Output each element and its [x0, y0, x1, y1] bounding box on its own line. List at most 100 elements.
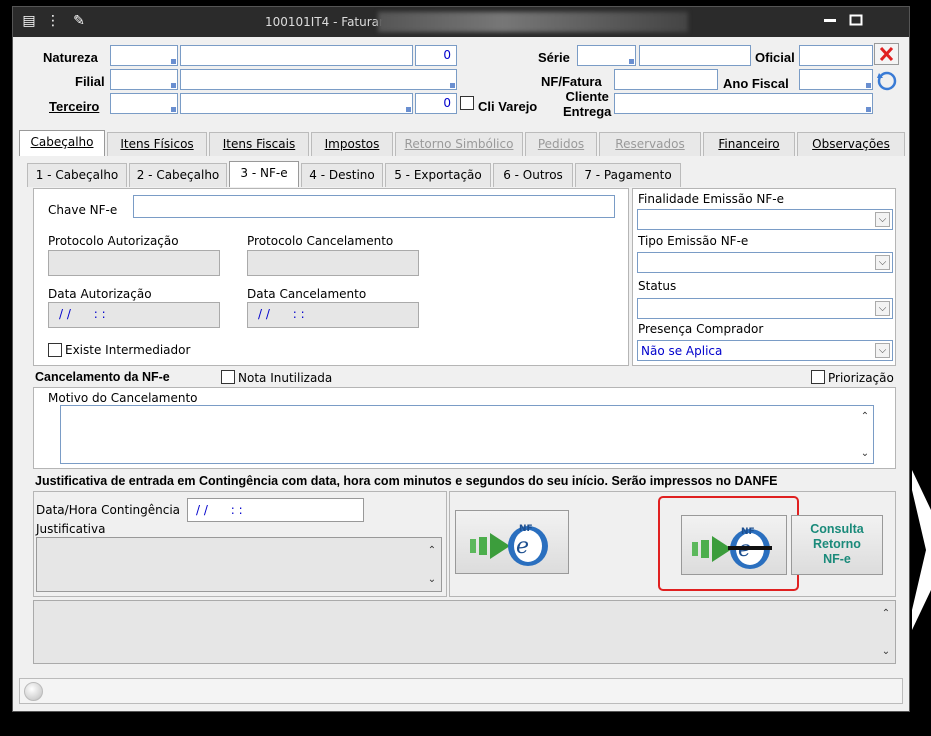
menu-icon[interactable]: ▤ — [21, 13, 37, 29]
cancelamento-title: Cancelamento da NF-e — [35, 370, 170, 384]
traffic-light-icon[interactable]: ⋮ — [45, 13, 61, 29]
tab-financeiro[interactable]: Financeiro — [703, 132, 795, 156]
tab-retorno-simbolico[interactable]: Retorno Simbólico — [395, 132, 523, 156]
svg-text:e: e — [516, 534, 529, 559]
terceiro-label: Terceiro — [49, 99, 100, 114]
terceiro-code-input[interactable] — [110, 93, 178, 114]
subtab-3-nfe[interactable]: 3 - NF-e — [229, 161, 299, 187]
subtab-7-pagamento[interactable]: 7 - Pagamento — [575, 163, 681, 187]
wrench-icon[interactable]: ✎ — [71, 13, 87, 29]
nota-inutilizada-label: Nota Inutilizada — [238, 371, 333, 385]
scroll-up-icon[interactable]: ⌃ — [858, 410, 872, 424]
terceiro-desc-input[interactable] — [180, 93, 413, 114]
title-redaction — [378, 12, 688, 32]
natureza-desc-input[interactable] — [180, 45, 413, 66]
status-indicator-icon — [24, 682, 43, 701]
presenca-label: Presença Comprador — [638, 322, 764, 336]
subtab-1-cabecalho[interactable]: 1 - Cabeçalho — [27, 163, 127, 187]
justificativa-textarea[interactable]: ⌃ ⌄ — [36, 537, 442, 592]
tipo-emissao-select[interactable]: ⌵ — [637, 252, 893, 273]
status-label: Status — [638, 279, 677, 293]
main-tabs: Cabeçalho Itens Físicos Itens Fiscais Im… — [19, 130, 907, 156]
natureza-number-input[interactable]: 0 — [415, 45, 457, 66]
nfe-logo-icon: e NF — [470, 524, 548, 566]
scroll-down-icon[interactable]: ⌄ — [879, 645, 893, 659]
subtab-2-cabecalho[interactable]: 2 - Cabeçalho — [129, 163, 227, 187]
ano-fiscal-input[interactable] — [799, 69, 873, 90]
nf-fatura-input[interactable] — [614, 69, 718, 90]
scroll-down-icon[interactable]: ⌄ — [858, 447, 872, 461]
tab-itens-fisicos[interactable]: Itens Físicos — [107, 132, 207, 156]
cli-varejo-label: Cli Varejo — [478, 99, 538, 114]
scroll-up-icon[interactable]: ⌃ — [425, 544, 439, 558]
chave-nfe-label: Chave NF-e — [48, 203, 118, 217]
subtab-6-outros[interactable]: 6 - Outros — [493, 163, 573, 187]
tab-itens-fiscais[interactable]: Itens Fiscais — [209, 132, 309, 156]
protocolo-autorizacao-label: Protocolo Autorização — [48, 234, 179, 248]
chevron-down-icon: ⌵ — [875, 212, 890, 227]
title-bar: ▤ ⋮ ✎ 100101IT4 - Faturamento — [13, 7, 909, 37]
transmit-nfe-button[interactable]: e NF — [455, 510, 569, 574]
data-cancelamento-input[interactable]: / / : : — [247, 302, 419, 328]
oficial-label: Oficial — [755, 50, 795, 65]
close-button[interactable] — [874, 43, 899, 65]
scroll-down-icon[interactable]: ⌄ — [425, 573, 439, 587]
cancel-nfe-button[interactable]: e NF — [681, 515, 787, 575]
subtab-4-destino[interactable]: 4 - Destino — [301, 163, 383, 187]
tab-pedidos[interactable]: Pedidos — [525, 132, 597, 156]
filial-desc-input[interactable] — [180, 69, 457, 90]
protocolo-cancelamento-input[interactable] — [247, 250, 419, 276]
data-cancelamento-label: Data Cancelamento — [247, 287, 367, 301]
protocolo-autorizacao-input[interactable] — [48, 250, 220, 276]
chave-nfe-input[interactable] — [133, 195, 615, 218]
motivo-label: Motivo do Cancelamento — [48, 391, 198, 405]
messages-area[interactable]: ⌃ ⌄ — [33, 600, 896, 664]
ano-fiscal-label: Ano Fiscal — [723, 76, 789, 91]
data-autorizacao-label: Data Autorização — [48, 287, 152, 301]
svg-text:NF: NF — [741, 527, 755, 537]
chevron-down-icon: ⌵ — [875, 255, 890, 270]
subtab-5-exportacao[interactable]: 5 - Exportação — [385, 163, 491, 187]
tab-reservados[interactable]: Reservados — [599, 132, 701, 156]
tipo-emissao-label: Tipo Emissão NF-e — [638, 234, 749, 248]
presenca-select[interactable]: Não se Aplica ⌵ — [637, 340, 893, 361]
cli-varejo-checkbox[interactable] — [460, 96, 474, 110]
data-hora-contingencia-input[interactable]: / / : : — [187, 498, 364, 522]
tab-observacoes[interactable]: Observações — [797, 132, 905, 156]
status-bar — [19, 678, 903, 704]
maximize-icon[interactable] — [849, 14, 863, 26]
natureza-label: Natureza — [43, 50, 98, 65]
existe-intermediador-checkbox[interactable] — [48, 343, 62, 357]
protocolo-cancelamento-label: Protocolo Cancelamento — [247, 234, 394, 248]
chevron-down-icon: ⌵ — [875, 301, 890, 316]
finalidade-select[interactable]: ⌵ — [637, 209, 893, 230]
finalidade-label: Finalidade Emissão NF-e — [638, 192, 784, 206]
consulta-retorno-button[interactable]: Consulta Retorno NF-e — [791, 515, 883, 575]
serie-label: Série — [538, 50, 570, 65]
existe-intermediador-label: Existe Intermediador — [65, 343, 191, 357]
motivo-textarea[interactable]: ⌃ ⌄ — [60, 405, 874, 464]
serie-input[interactable] — [577, 45, 636, 66]
chevron-down-icon: ⌵ — [875, 343, 890, 358]
oficial-input[interactable] — [799, 45, 873, 66]
filial-label: Filial — [75, 74, 105, 89]
priorizacao-checkbox[interactable] — [811, 370, 825, 384]
data-autorizacao-input[interactable]: / / : : — [48, 302, 220, 328]
cliente-entrega-input[interactable] — [614, 93, 873, 114]
svg-text:NF: NF — [519, 524, 533, 534]
side-chevron-icon — [912, 470, 931, 630]
tab-cabecalho[interactable]: Cabeçalho — [19, 130, 105, 156]
minimize-icon[interactable] — [823, 14, 837, 26]
refresh-icon[interactable] — [875, 70, 899, 92]
cliente-entrega-label: Cliente Entrega — [563, 89, 612, 119]
nota-inutilizada-checkbox[interactable] — [221, 370, 235, 384]
tab-impostos[interactable]: Impostos — [311, 132, 393, 156]
terceiro-number-input[interactable]: 0 — [415, 93, 457, 114]
filial-code-input[interactable] — [110, 69, 178, 90]
status-select[interactable]: ⌵ — [637, 298, 893, 319]
natureza-code-input[interactable] — [110, 45, 178, 66]
contingencia-title: Justificativa de entrada em Contingência… — [35, 474, 778, 488]
scroll-up-icon[interactable]: ⌃ — [879, 607, 893, 621]
justificativa-label: Justificativa — [36, 522, 106, 536]
serie-desc-input[interactable] — [639, 45, 751, 66]
